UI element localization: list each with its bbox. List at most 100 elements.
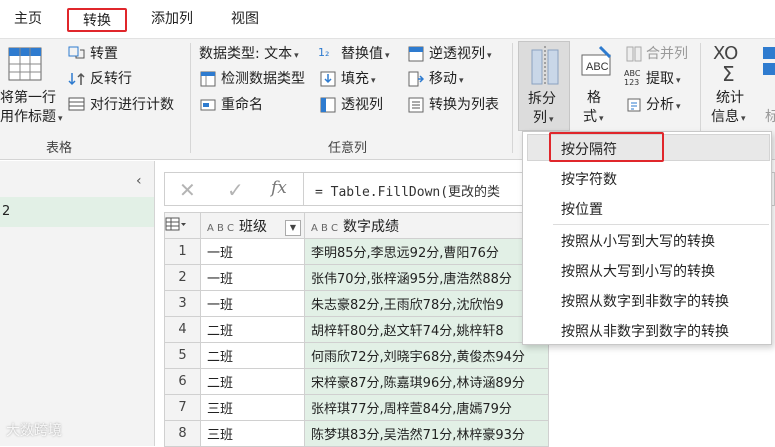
any-column-group-label: 任意列 (328, 141, 368, 156)
first-row-header-label-1: 将第一行 (0, 90, 56, 106)
unpivot-label: 逆透视列 ▾ (429, 46, 492, 62)
formula-text[interactable]: = Table.FillDown(更改的类 (315, 181, 500, 200)
table-row: 2 一班 张伟70分,张梓涵95分,唐浩然88分 (164, 264, 549, 291)
text-type-icon[interactable]: A B C (311, 223, 338, 234)
sigma-icon: Σ (722, 62, 735, 86)
text-type-icon[interactable]: A B C (207, 223, 234, 234)
merge-columns-icon (626, 46, 642, 62)
detect-type-icon (200, 71, 216, 87)
transpose-icon (68, 46, 85, 59)
unpivot-icon (408, 46, 424, 62)
standard-ops-icon (763, 47, 775, 75)
pivot-icon (320, 97, 336, 113)
confirm-formula-icon[interactable]: ✓ (227, 178, 244, 202)
formula-divider (303, 173, 304, 205)
table-header-icon (8, 47, 42, 81)
move-icon (408, 71, 424, 87)
rename-label: 重命名 (221, 97, 263, 113)
format-label-1: 格 (587, 90, 601, 106)
class-cell[interactable]: 一班 (200, 290, 305, 317)
menu-item-by-delimiter[interactable]: 按分隔符 (561, 139, 617, 159)
standard-label: 标 (765, 109, 775, 125)
menu-item-lower-to-upper[interactable]: 按照从小写到大写的转换 (561, 231, 715, 251)
statistics-label-2: 信息 ▾ (711, 109, 746, 125)
fill-down-icon (320, 71, 336, 87)
column-name: 班级 (239, 218, 268, 235)
scores-cell[interactable]: 宋梓豪87分,陈嘉琪96分,林诗涵89分 (304, 368, 549, 395)
count-rows-label: 对行进行计数 (90, 97, 174, 113)
tab-add-column[interactable]: 添加列 (140, 8, 204, 32)
menu-item-by-positions[interactable]: 按位置 (561, 199, 603, 219)
tab-view[interactable]: 视图 (220, 8, 270, 32)
row-number[interactable]: 2 (164, 264, 201, 291)
svg-text:ABC: ABC (586, 61, 609, 73)
count-rows-icon (68, 97, 85, 111)
format-label-2: 式 ▾ (583, 109, 604, 125)
menu-bar: 主页 转换 添加列 视图 (0, 0, 775, 38)
class-cell[interactable]: 一班 (200, 264, 305, 291)
split-column-button[interactable]: 拆分 列 ▾ (518, 41, 570, 131)
scores-cell[interactable]: 朱志豪82分,王雨欣78分,沈欣怡9 (304, 290, 549, 317)
abc-123-icon: ABC 123 (624, 69, 641, 87)
table-row: 1 一班 李明85分,李思远92分,曹阳76分 (164, 238, 549, 265)
row-number[interactable]: 4 (164, 316, 201, 343)
replace-icon: 1₂ (318, 46, 330, 59)
query-item[interactable]: 2 (0, 197, 154, 227)
scores-cell[interactable]: 李明85分,李思远92分,曹阳76分 (304, 238, 549, 265)
data-type-label: 数据类型: 文本 ▾ (199, 46, 299, 62)
tab-home[interactable]: 主页 (6, 8, 50, 32)
class-cell[interactable]: 三班 (200, 394, 305, 421)
menu-item-digit-to-nondigit[interactable]: 按照从数字到非数字的转换 (561, 291, 729, 311)
tab-transform[interactable]: 转换 (67, 8, 127, 32)
table-menu-icon[interactable] (164, 212, 201, 239)
row-number[interactable]: 5 (164, 342, 201, 369)
header-row: A B C 班级 ▼ A B C 数字成绩 (164, 212, 549, 239)
scores-cell[interactable]: 张梓琪77分,周梓萱84分,唐嫣79分 (304, 394, 549, 421)
row-number[interactable]: 7 (164, 394, 201, 421)
scores-cell[interactable]: 胡梓轩80分,赵文轩74分,姚梓轩8 (304, 316, 549, 343)
row-number[interactable]: 6 (164, 368, 201, 395)
pivot-label: 透视列 (341, 97, 383, 113)
class-cell[interactable]: 一班 (200, 238, 305, 265)
scores-cell[interactable]: 张伟70分,张梓涵95分,唐浩然88分 (304, 264, 549, 291)
table-row: 6 二班 宋梓豪87分,陈嘉琪96分,林诗涵89分 (164, 368, 549, 395)
move-label: 移动 ▾ (429, 71, 464, 87)
class-cell[interactable]: 二班 (200, 342, 305, 369)
split-column-label-1: 拆分 (528, 91, 556, 107)
row-number[interactable]: 1 (164, 238, 201, 265)
first-row-header-label-2: 用作标题 ▾ (0, 109, 63, 125)
column-header-class[interactable]: A B C 班级 ▼ (200, 212, 305, 239)
data-grid: A B C 班级 ▼ A B C 数字成绩 1 一班 李明85分,李思远92分,曹阳7… (164, 212, 549, 447)
split-column-label-2: 列 ▾ (533, 110, 554, 126)
fx-icon[interactable]: fx (271, 178, 287, 198)
scores-cell[interactable]: 陈梦琪83分,吴浩然71分,林梓豪93分 (304, 420, 549, 447)
ribbon-separator (190, 43, 191, 153)
transpose-label: 转置 (90, 46, 118, 62)
table-row: 7 三班 张梓琪77分,周梓萱84分,唐嫣79分 (164, 394, 549, 421)
menu-item-by-number-of-characters[interactable]: 按字符数 (561, 169, 617, 189)
merge-columns-label: 合并列 (646, 46, 688, 62)
class-cell[interactable]: 二班 (200, 368, 305, 395)
column-name: 数字成绩 (343, 218, 400, 235)
split-column-icon (531, 46, 559, 86)
parse-icon (627, 98, 641, 112)
table-row: 4 二班 胡梓轩80分,赵文轩74分,姚梓轩8 (164, 316, 549, 343)
class-cell[interactable]: 二班 (200, 316, 305, 343)
convert-to-list-label: 转换为列表 (429, 97, 499, 113)
class-cell[interactable]: 三班 (200, 420, 305, 447)
menu-item-nondigit-to-digit[interactable]: 按照从非数字到数字的转换 (561, 321, 729, 341)
parse-label: 分析 ▾ (646, 97, 681, 113)
collapse-panel-icon[interactable]: ‹ (136, 173, 142, 189)
extract-label: 提取 ▾ (646, 71, 681, 87)
list-icon (408, 97, 424, 113)
column-header-scores[interactable]: A B C 数字成绩 (304, 212, 549, 239)
row-number[interactable]: 8 (164, 420, 201, 447)
table-row: 5 二班 何雨欣72分,刘晓宇68分,黄俊杰94分 (164, 342, 549, 369)
ribbon-separator (512, 43, 513, 153)
scores-cell[interactable]: 何雨欣72分,刘晓宇68分,黄俊杰94分 (304, 342, 549, 369)
cancel-formula-icon[interactable]: ✕ (179, 178, 196, 202)
reverse-rows-label: 反转行 (90, 71, 132, 87)
row-number[interactable]: 3 (164, 290, 201, 317)
menu-item-upper-to-lower[interactable]: 按照从大写到小写的转换 (561, 261, 715, 281)
filter-dropdown-icon[interactable]: ▼ (285, 219, 301, 236)
